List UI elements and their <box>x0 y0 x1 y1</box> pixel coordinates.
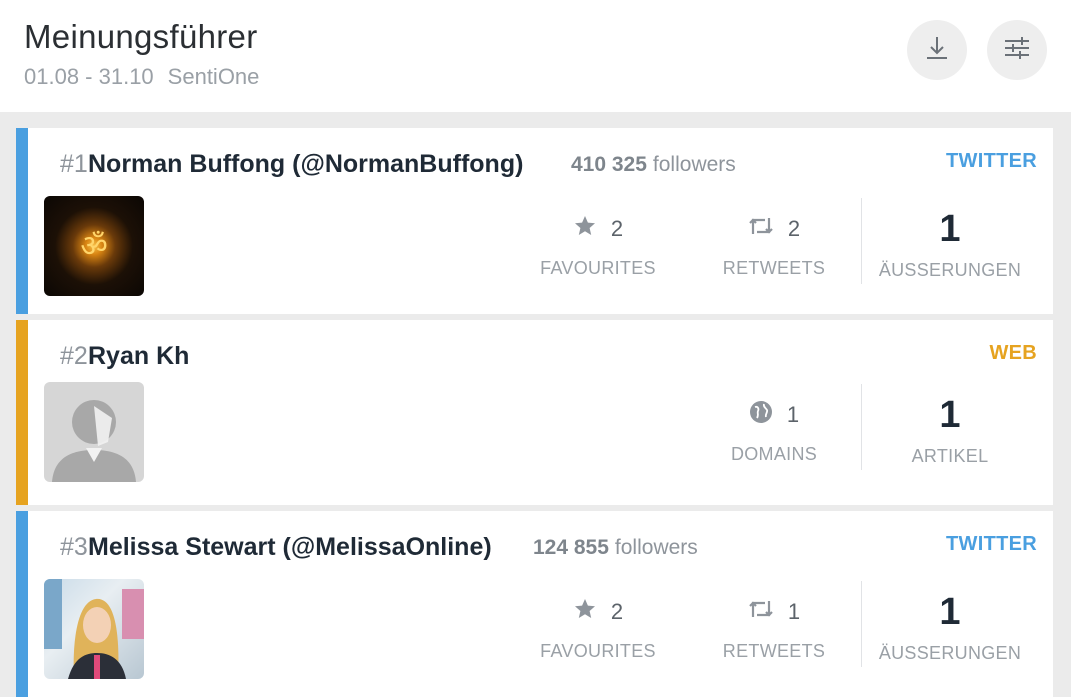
download-icon <box>922 33 952 68</box>
sliders-icon <box>1002 33 1032 68</box>
metric-divider <box>861 384 862 470</box>
articles-total: 1 ARTIKEL <box>911 394 989 466</box>
retweet-icon <box>748 598 774 626</box>
rank: #1 <box>60 150 88 178</box>
source-color-bar <box>16 128 28 314</box>
retweet-icon <box>748 215 774 243</box>
rank: #3 <box>60 533 88 561</box>
favourites-metric: 2 FAVOURITES <box>540 214 656 278</box>
followers-count: 124 855 followers <box>533 536 698 559</box>
avatar[interactable]: ॐ <box>44 196 144 296</box>
source-label: TWITTER <box>946 150 1037 172</box>
svg-text:ॐ: ॐ <box>80 229 107 264</box>
rank: #2 <box>60 342 88 370</box>
report-header: Meinungsführer 01.08 - 31.10 SentiOne <box>0 0 1071 112</box>
source-color-bar <box>16 320 28 505</box>
download-button[interactable] <box>907 20 967 80</box>
domains-metric: 1 DOMAINS <box>730 400 818 464</box>
data-source: SentiOne <box>167 64 260 89</box>
date-range: 01.08 - 31.10 <box>24 64 154 89</box>
author-name[interactable]: Melissa Stewart (@MelissaOnline) <box>88 533 492 562</box>
page-title: Meinungsführer <box>24 18 258 55</box>
followers-count: 410 325 followers <box>571 153 736 176</box>
metric-divider <box>861 581 862 667</box>
influencer-card[interactable]: #1 Norman Buffong (@NormanBuffong) 410 3… <box>16 128 1053 314</box>
report-subtitle: 01.08 - 31.10 SentiOne <box>24 64 259 90</box>
author-name[interactable]: Ryan Kh <box>88 342 189 371</box>
influencer-card[interactable]: #2 Ryan Kh WEB 1 DOMAINS 1 ARTIKEL <box>16 320 1053 505</box>
retweets-metric: 1 RETWEETS <box>722 598 826 661</box>
globe-icon <box>749 400 773 430</box>
avatar[interactable] <box>44 579 144 679</box>
avatar-placeholder[interactable] <box>44 382 144 482</box>
favourites-metric: 2 FAVOURITES <box>540 597 656 661</box>
metric-divider <box>861 198 862 284</box>
filter-settings-button[interactable] <box>987 20 1047 80</box>
star-icon <box>573 597 597 627</box>
source-label: WEB <box>989 342 1037 364</box>
mentions-total: 1 ÄUSSERUNGEN <box>878 591 1022 663</box>
retweets-metric: 2 RETWEETS <box>722 215 826 278</box>
source-color-bar <box>16 511 28 697</box>
star-icon <box>573 214 597 244</box>
mentions-total: 1 ÄUSSERUNGEN <box>878 208 1022 280</box>
influencer-card[interactable]: #3 Melissa Stewart (@MelissaOnline) 124 … <box>16 511 1053 697</box>
author-name[interactable]: Norman Buffong (@NormanBuffong) <box>88 150 523 179</box>
source-label: TWITTER <box>946 533 1037 555</box>
